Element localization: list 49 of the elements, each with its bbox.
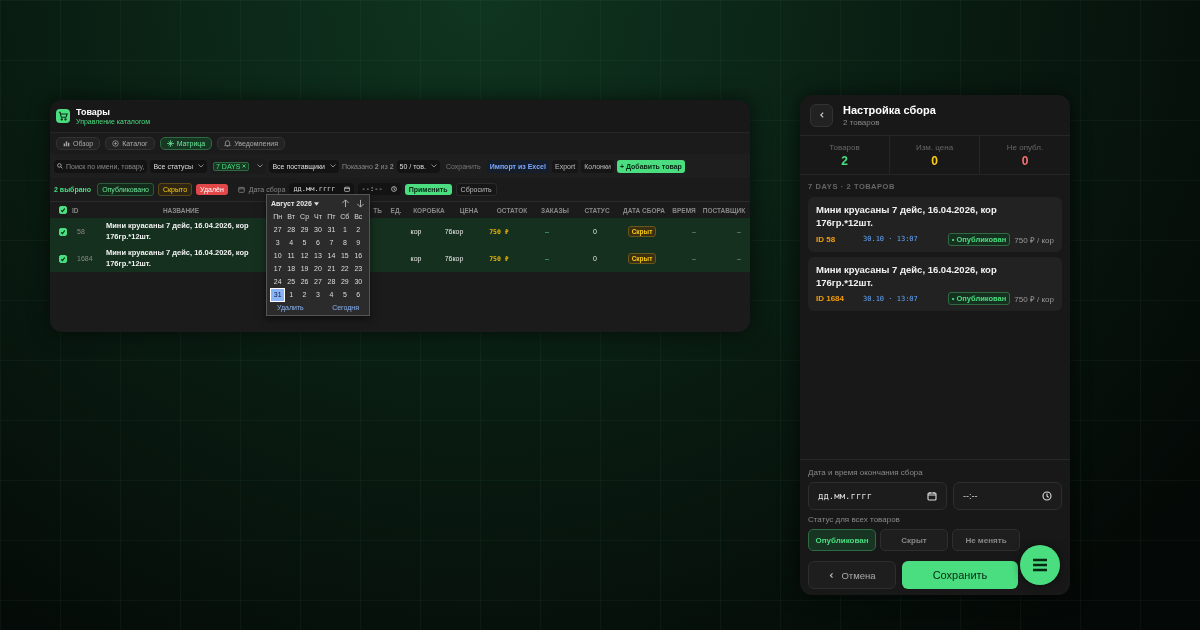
- calendar-icon: [237, 185, 245, 193]
- panel-subtitle: 2 товаров: [843, 117, 881, 127]
- select-all-checkbox[interactable]: [59, 206, 67, 214]
- stat-label: Товаров: [829, 142, 860, 152]
- cart-icon: [56, 109, 70, 123]
- arrow-down-icon[interactable]: [356, 199, 365, 208]
- price-label: 750 ₽ / кор: [1014, 294, 1054, 305]
- stat-label: Изм. цена: [915, 142, 954, 152]
- product-id: ID 1684: [816, 294, 846, 304]
- status-option[interactable]: Опубликован: [808, 529, 876, 551]
- field-label: Статус для всех товаров: [808, 515, 901, 524]
- row-checkbox[interactable]: [59, 227, 67, 236]
- stat-value: 2: [841, 153, 848, 168]
- calendar-icon: [927, 491, 937, 501]
- date-field[interactable]: дд.мм.гггг: [808, 482, 947, 510]
- cancel-button[interactable]: Отмена: [808, 561, 896, 589]
- chevron-down-icon: [257, 164, 264, 168]
- save-button[interactable]: Сохранить: [902, 561, 1018, 589]
- price-label: 750 ₽ / кор: [1014, 234, 1054, 245]
- clock-icon: [390, 186, 397, 192]
- bar-chart-icon: [63, 140, 70, 147]
- caret-icon: [313, 201, 319, 206]
- calendar-icon: [343, 186, 350, 192]
- search-icon: [57, 163, 63, 169]
- row-checkbox[interactable]: [59, 254, 67, 263]
- status-option[interactable]: Не менять: [952, 529, 1020, 551]
- stat-label: Не опубл.: [1006, 142, 1044, 152]
- menu-button[interactable]: [1020, 545, 1060, 585]
- time-field[interactable]: --:--: [953, 482, 1062, 510]
- chevron-left-icon: [817, 111, 826, 119]
- close-icon[interactable]: [242, 164, 247, 168]
- chevron-down-icon: [430, 164, 437, 168]
- chevron-left-icon: [828, 571, 836, 579]
- arrow-up-icon[interactable]: [341, 199, 350, 208]
- bell-icon: [224, 140, 232, 147]
- product-name: Мини круасаны 7 дейс, 16.04.2026, кор 176гр.*12шт.: [816, 262, 998, 290]
- stat-value: 0: [931, 153, 938, 168]
- clock-icon: [1042, 491, 1052, 501]
- product-id: ID 58: [816, 234, 837, 244]
- sparkle-icon: [166, 140, 174, 147]
- menu-icon: [1032, 558, 1048, 572]
- chevron-down-icon: [329, 164, 336, 168]
- status-option[interactable]: Скрыт: [880, 529, 948, 551]
- stat-value: 0: [1021, 153, 1029, 168]
- field-label: Дата и время окончания сбора: [808, 468, 924, 477]
- panel-title: Настройка сбора: [843, 103, 936, 116]
- page-title: Товары: [76, 107, 112, 117]
- product-name: Мини круасаны 7 дейс, 16.04.2026, кор 176гр.*12шт.: [816, 203, 998, 230]
- chevron-down-icon: [198, 164, 204, 168]
